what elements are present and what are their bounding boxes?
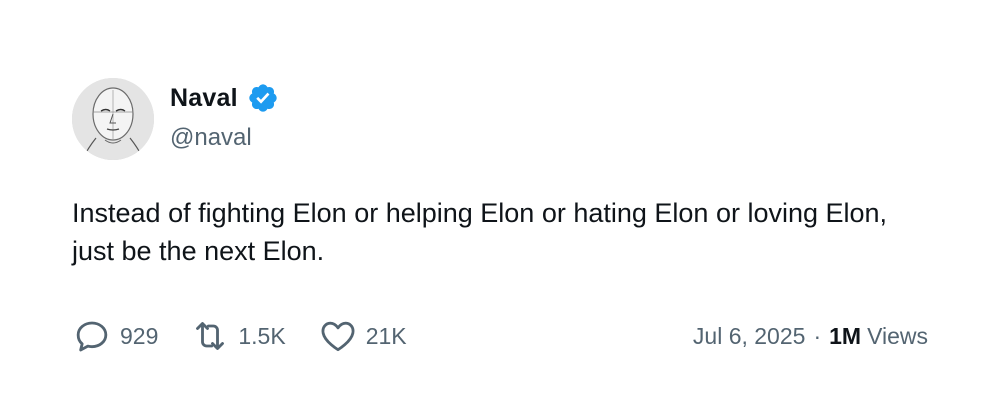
tweet-meta: Jul 6, 2025 · 1M Views xyxy=(693,323,928,350)
retweet-button[interactable]: 1.5K xyxy=(190,316,286,356)
name-row: Naval xyxy=(170,80,279,116)
retweet-icon xyxy=(190,316,230,356)
views-label: Views xyxy=(867,322,928,349)
handle[interactable]: @naval xyxy=(170,124,279,152)
avatar[interactable] xyxy=(72,78,154,160)
tweet-footer: 929 1.5K 21K Jul 6, 2025 · 1M Views xyxy=(72,314,928,358)
heart-icon xyxy=(318,316,358,356)
views-count: 1M xyxy=(829,322,862,349)
verified-badge-icon[interactable] xyxy=(247,82,279,114)
like-count: 21K xyxy=(365,322,407,349)
author-block: Naval @naval xyxy=(170,80,279,152)
like-button[interactable]: 21K xyxy=(318,316,407,356)
meta-separator: · xyxy=(813,322,822,349)
reply-icon xyxy=(72,316,112,356)
display-name[interactable]: Naval xyxy=(170,84,238,113)
tweet-text: Instead of fighting Elon or helping Elon… xyxy=(72,198,888,266)
reply-button[interactable]: 929 xyxy=(72,316,158,356)
retweet-count: 1.5K xyxy=(238,322,286,349)
tweet-card: Naval @naval Instead of fighting Elon or… xyxy=(0,0,1000,402)
reply-count: 929 xyxy=(120,322,159,349)
tweet-date[interactable]: Jul 6, 2025 xyxy=(693,323,806,350)
avatar-sketch-image xyxy=(72,78,154,160)
